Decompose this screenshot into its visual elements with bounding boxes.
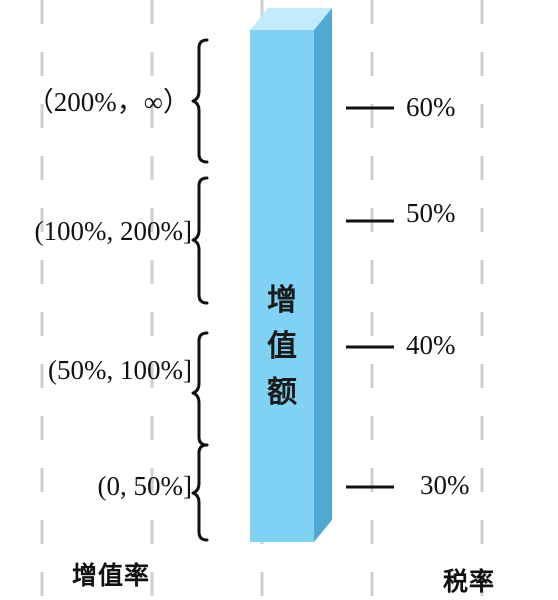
brace-range-2 (191, 176, 209, 305)
rate-label-1: 60% (406, 92, 456, 122)
range-label-2: (100%, 200%] (34, 216, 192, 246)
bar-side-face (314, 8, 332, 542)
range-braces (191, 38, 209, 542)
rate-label-2: 50% (406, 198, 456, 228)
rate-label-3: 40% (406, 330, 456, 360)
tax-rate-title: 税率 (443, 567, 496, 596)
brace-range-3 (191, 331, 209, 447)
range-label-4: (0, 50%] (97, 471, 192, 501)
rate-label-4: 30% (420, 470, 470, 500)
bar-label: 增 值 额 (250, 278, 314, 416)
brace-range-4 (191, 443, 209, 542)
brace-range-1 (191, 38, 209, 164)
value-added-rate-title: 增值率 (72, 561, 151, 590)
bar-label-char-2: 值 (267, 329, 297, 364)
value-added-bar (250, 8, 332, 542)
bar-label-char-3: 额 (267, 375, 297, 410)
range-label-1: （200%，∞） (26, 87, 190, 117)
bar-label-char-1: 增 (267, 283, 297, 318)
range-label-3: (50%, 100%] (48, 355, 192, 385)
rate-ticks (346, 106, 394, 489)
